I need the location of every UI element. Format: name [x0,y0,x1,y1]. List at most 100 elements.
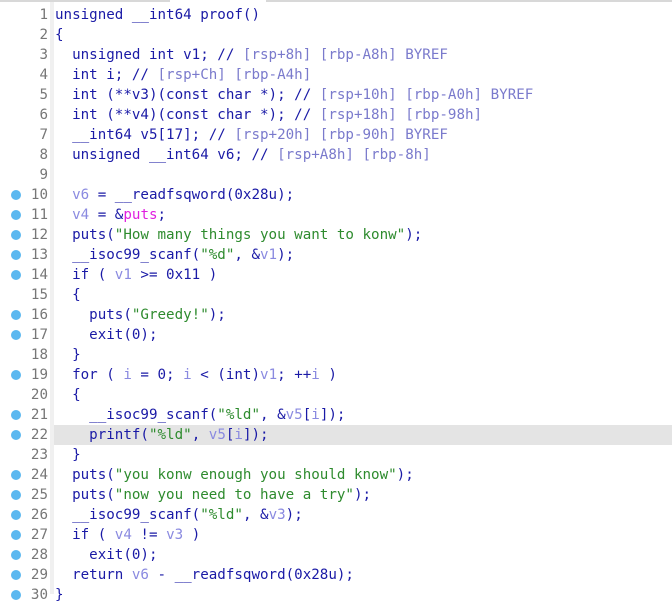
breakpoint-dot-icon[interactable] [11,230,21,240]
breakpoint-dot-icon[interactable] [11,550,21,560]
code-token: - __readfsqword(0x28u); [148,567,354,583]
code-line[interactable]: 5 int (**v3)(const char *); // [rsp+10h]… [0,85,672,105]
code-line[interactable]: 2{ [0,25,672,45]
code-line[interactable]: 4 int i; // [rsp+Ch] [rbp-A4h] [0,65,672,85]
code-line[interactable]: 16 puts("Greedy!"); [0,305,672,325]
code-line[interactable]: 17 exit(0); [0,325,672,345]
code-text: puts("Greedy!"); [54,305,672,325]
code-line[interactable]: 24 puts("you konw enough you should know… [0,465,672,485]
code-token: puts( [55,227,115,243]
code-token: ); [353,487,372,503]
line-number: 13 [30,247,48,263]
code-line[interactable]: 15 { [0,285,672,305]
breakpoint-dot-icon[interactable] [11,470,21,480]
code-token: ); [405,227,423,243]
code-line[interactable]: 18 } [0,345,672,365]
code-token: = __readfsqword(0x28u); [89,187,295,203]
code-token: "How many things you want to konw" [114,227,406,243]
breakpoint-dot-icon[interactable] [11,530,21,540]
code-line[interactable]: 19 for ( i = 0; i < (int)v1; ++i ) [0,365,672,385]
code-token: v5 [285,407,303,423]
breakpoint-dot-icon[interactable] [11,190,21,200]
code-token: { [55,387,81,403]
line-number: 21 [30,407,48,423]
line-number: 20 [30,387,48,403]
code-token: != [131,527,167,543]
code-token: , & [242,507,269,523]
code-line[interactable]: 21 __isoc99_scanf("%ld", &v5[i]); [0,405,672,425]
breakpoint-dot-icon[interactable] [11,330,21,340]
code-line[interactable]: 3 unsigned int v1; // [rsp+8h] [rbp-A8h]… [0,45,672,65]
code-token: ) [319,367,337,383]
breakpoint-dot-icon[interactable] [11,310,21,320]
code-token: [rsp+A8h] [rbp-8h] [277,147,431,163]
code-token: v1 [260,367,278,383]
breakpoint-dot-icon[interactable] [11,490,21,500]
code-line[interactable]: 26 __isoc99_scanf("%ld", &v3); [0,505,672,525]
code-token: exit(0); [55,327,158,343]
code-line[interactable]: 13 __isoc99_scanf("%d", &v1); [0,245,672,265]
line-number: 19 [30,367,48,383]
breakpoint-dot-icon[interactable] [11,570,21,580]
breakpoint-dot-icon[interactable] [11,210,21,220]
code-token: < (int) [191,367,261,383]
code-token: >= 0x11 ) [131,267,218,283]
code-text: return v6 - __readfsqword(0x28u); [54,565,672,585]
line-number: 6 [39,107,48,123]
code-token: "%ld" [148,427,192,443]
code-token: [rsp+20h] [rbp-90h] BYREF [234,127,448,143]
breakpoint-dot-icon[interactable] [11,270,21,280]
code-line[interactable]: 8 unsigned __int64 v6; // [rsp+A8h] [rbp… [0,145,672,165]
code-token: __int64 v5[17]; // [55,127,235,143]
breakpoint-dot-icon[interactable] [11,590,21,600]
code-line[interactable]: 25 puts("now you need to have a try"); [0,485,672,505]
code-token: ); [285,507,303,523]
code-text: unsigned __int64 proof() [54,5,672,25]
breakpoint-dot-icon[interactable] [11,510,21,520]
breakpoint-dot-icon[interactable] [11,370,21,380]
line-number: 7 [39,127,48,143]
breakpoint-dot-icon[interactable] [11,410,21,420]
code-token: [rsp+8h] [rbp-A8h] BYREF [242,47,448,63]
line-number: 25 [30,487,48,503]
line-number: 2 [39,27,48,43]
code-line[interactable]: 20 { [0,385,672,405]
code-line[interactable]: 30} [0,585,672,605]
code-text: { [54,285,672,305]
line-number: 26 [30,507,48,523]
code-line[interactable]: 1 unsigned __int64 proof() [0,5,672,25]
code-line[interactable]: 27 if ( v4 != v3 ) [0,525,672,545]
code-token: ) [183,527,201,543]
code-token: , [191,427,209,443]
pseudocode-view[interactable]: 1 unsigned __int64 proof() 2{3 unsigned in… [0,5,672,605]
code-token: i [123,367,132,383]
code-token: for ( [55,367,124,383]
line-number: 10 [30,187,48,203]
line-number: 23 [30,447,48,463]
code-line[interactable]: 7 __int64 v5[17]; // [rsp+20h] [rbp-90h]… [0,125,672,145]
line-number: 15 [30,287,48,303]
breakpoint-dot-icon[interactable] [11,250,21,260]
code-text: int (**v4)(const char *); // [rsp+18h] [… [54,105,672,125]
code-line[interactable]: 28 exit(0); [0,545,672,565]
code-text: puts("How many things you want to konw")… [54,225,672,245]
code-line[interactable]: 10 v6 = __readfsqword(0x28u); [0,185,672,205]
code-token: puts( [55,467,115,483]
code-line[interactable]: 23 } [0,445,672,465]
code-line[interactable]: 22 printf("%ld", v5[i]); [0,425,672,445]
breakpoint-dot-icon[interactable] [11,430,21,440]
code-line[interactable]: 12 puts("How many things you want to kon… [0,225,672,245]
code-line[interactable]: 9 [0,165,672,185]
code-token: ; [157,207,167,223]
code-token: return [55,567,132,583]
code-text: int (**v3)(const char *); // [rsp+10h] [… [54,85,672,105]
code-token: } [55,587,64,603]
code-token: [rsp+Ch] [rbp-A4h] [157,67,312,83]
code-line[interactable]: 14 if ( v1 >= 0x11 ) [0,265,672,285]
code-line[interactable]: 29 return v6 - __readfsqword(0x28u); [0,565,672,585]
code-token: = 0; [131,367,184,383]
code-line[interactable]: 6 int (**v4)(const char *); // [rsp+18h]… [0,105,672,125]
code-token: int (**v3)(const char *); // [55,87,320,103]
tab-strip-border [0,0,672,2]
code-line[interactable]: 11 v4 = &puts; [0,205,672,225]
